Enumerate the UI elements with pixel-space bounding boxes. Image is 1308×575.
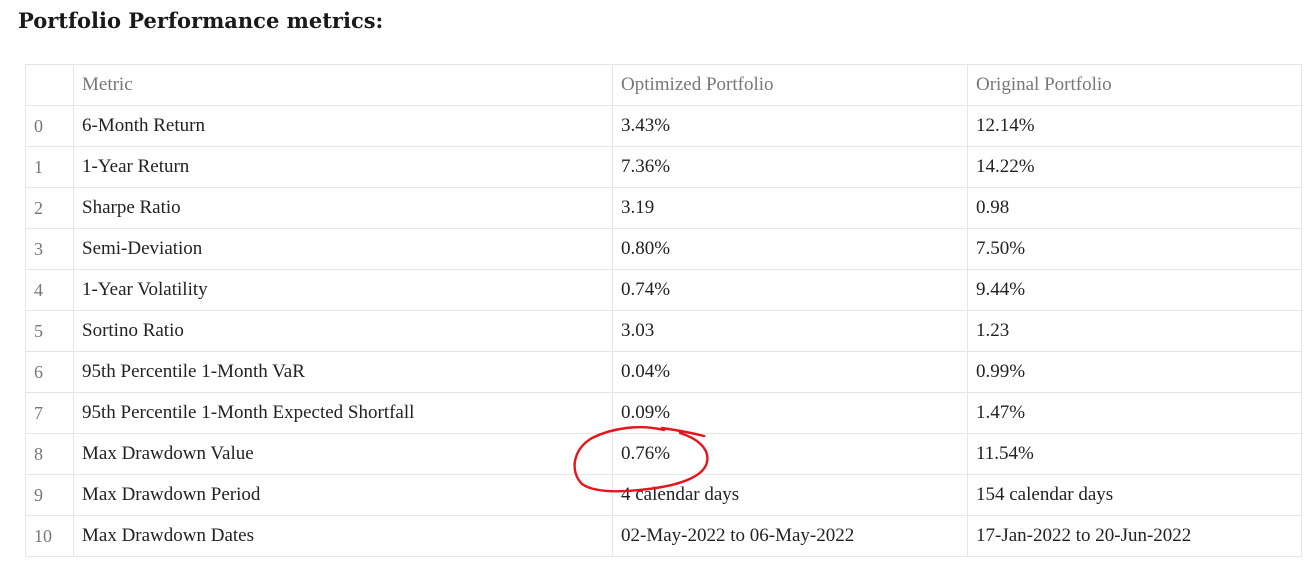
original-value: 12.14%	[967, 105, 1302, 147]
table-row: 6 95th Percentile 1-Month VaR 0.04% 0.99…	[25, 351, 1302, 393]
metric-name: Sortino Ratio	[73, 310, 613, 352]
optimized-value: 0.76%	[612, 433, 968, 475]
table-row: 9 Max Drawdown Period 4 calendar days 15…	[25, 474, 1302, 516]
original-column-header: Original Portfolio	[967, 64, 1302, 106]
optimized-value: 7.36%	[612, 146, 968, 188]
metrics-table: Metric Optimized Portfolio Original Port…	[25, 64, 1302, 557]
original-value: 1.23	[967, 310, 1302, 352]
row-index: 2	[25, 187, 74, 229]
optimized-value: 3.19	[612, 187, 968, 229]
metric-name: 95th Percentile 1-Month VaR	[73, 351, 613, 393]
original-value: 17-Jan-2022 to 20-Jun-2022	[967, 515, 1302, 557]
original-value: 7.50%	[967, 228, 1302, 270]
metric-name: Sharpe Ratio	[73, 187, 613, 229]
original-value: 14.22%	[967, 146, 1302, 188]
optimized-value: 02-May-2022 to 06-May-2022	[612, 515, 968, 557]
table-row: 10 Max Drawdown Dates 02-May-2022 to 06-…	[25, 515, 1302, 557]
row-index: 0	[25, 105, 74, 147]
table-row: 2 Sharpe Ratio 3.19 0.98	[25, 187, 1302, 229]
metric-name: Semi-Deviation	[73, 228, 613, 270]
optimized-value: 0.80%	[612, 228, 968, 270]
row-index: 8	[25, 433, 74, 475]
metric-name: Max Drawdown Dates	[73, 515, 613, 557]
row-index: 6	[25, 351, 74, 393]
table-row: 8 Max Drawdown Value 0.76% 11.54%	[25, 433, 1302, 475]
optimized-value: 3.43%	[612, 105, 968, 147]
optimized-value: 3.03	[612, 310, 968, 352]
metric-name: 1-Year Volatility	[73, 269, 613, 311]
row-index: 7	[25, 392, 74, 434]
optimized-value: 4 calendar days	[612, 474, 968, 516]
optimized-value: 0.04%	[612, 351, 968, 393]
table-row: 1 1-Year Return 7.36% 14.22%	[25, 146, 1302, 188]
row-index: 9	[25, 474, 74, 516]
index-column-header	[25, 64, 74, 106]
page-title: Portfolio Performance metrics:	[18, 8, 384, 33]
original-value: 0.99%	[967, 351, 1302, 393]
row-index: 10	[25, 515, 74, 557]
row-index: 4	[25, 269, 74, 311]
row-index: 5	[25, 310, 74, 352]
original-value: 154 calendar days	[967, 474, 1302, 516]
optimized-value: 0.09%	[612, 392, 968, 434]
table-row: 0 6-Month Return 3.43% 12.14%	[25, 105, 1302, 147]
row-index: 3	[25, 228, 74, 270]
table-row: 5 Sortino Ratio 3.03 1.23	[25, 310, 1302, 352]
metric-name: Max Drawdown Value	[73, 433, 613, 475]
table-row: 7 95th Percentile 1-Month Expected Short…	[25, 392, 1302, 434]
metric-name: 1-Year Return	[73, 146, 613, 188]
table-header-row: Metric Optimized Portfolio Original Port…	[25, 64, 1302, 106]
optimized-column-header: Optimized Portfolio	[612, 64, 968, 106]
table-row: 3 Semi-Deviation 0.80% 7.50%	[25, 228, 1302, 270]
metric-name: Max Drawdown Period	[73, 474, 613, 516]
original-value: 1.47%	[967, 392, 1302, 434]
original-value: 11.54%	[967, 433, 1302, 475]
optimized-value: 0.74%	[612, 269, 968, 311]
metric-name: 6-Month Return	[73, 105, 613, 147]
row-index: 1	[25, 146, 74, 188]
table-row: 4 1-Year Volatility 0.74% 9.44%	[25, 269, 1302, 311]
original-value: 0.98	[967, 187, 1302, 229]
metric-column-header: Metric	[73, 64, 613, 106]
metric-name: 95th Percentile 1-Month Expected Shortfa…	[73, 392, 613, 434]
original-value: 9.44%	[967, 269, 1302, 311]
